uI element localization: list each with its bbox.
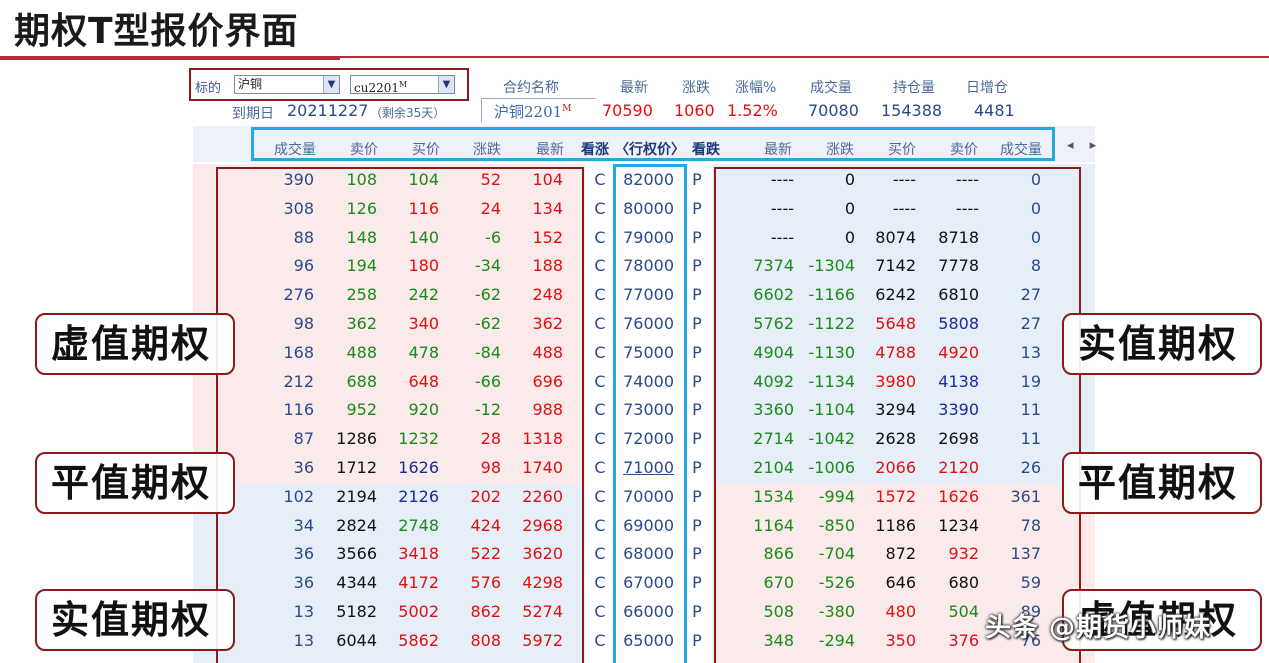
contract-select[interactable]: cu2201M ▼ [350,75,455,95]
col-put-volume[interactable]: 成交量 [988,139,1042,159]
call-flag[interactable]: C [592,429,608,448]
put-flag[interactable]: P [689,544,705,563]
call-flag[interactable]: C [592,631,608,650]
info-header-oi-change: 日增仓 [966,80,1008,96]
contract-name-text: 沪铜2201 [494,103,563,121]
col-call-volume[interactable]: 成交量 [262,139,316,159]
info-last: 70590 [602,101,653,120]
call-flag[interactable]: C [592,516,608,535]
info-header-change: 涨跌 [682,80,710,96]
contract-name: 沪铜2201M [494,101,571,122]
info-change: 1060 [674,101,715,120]
call-side-frame [216,167,584,663]
col-call[interactable]: 看涨 [575,139,609,159]
badge-atm-call: 平值期权 [35,452,235,514]
put-flag[interactable]: P [689,573,705,592]
info-pct: 1.52% [727,101,778,120]
call-flag[interactable]: C [592,199,608,218]
info-header-pct: 涨幅% [735,80,777,96]
put-flag[interactable]: P [689,170,705,189]
put-flag[interactable]: P [689,343,705,362]
call-flag[interactable]: C [592,400,608,419]
call-flag[interactable]: C [592,285,608,304]
watermark: 头条 @期货小师妹 [985,613,1212,643]
underlying-label: 标的 [195,81,222,96]
call-flag[interactable]: C [592,487,608,506]
call-flag[interactable]: C [592,458,608,477]
expiry-remaining: （剩余35天） [370,106,446,120]
chevron-down-icon[interactable]: ▼ [323,76,339,93]
call-flag[interactable]: C [592,573,608,592]
title-divider-accent [0,58,340,60]
put-flag[interactable]: P [689,429,705,448]
info-header-oi: 持仓量 [893,80,935,96]
put-flag[interactable]: P [689,631,705,650]
expiry-label: 到期日 [232,106,274,122]
col-call-change[interactable]: 涨跌 [453,139,501,159]
badge-otm-call: 虚值期权 [35,313,235,375]
call-flag[interactable]: C [592,372,608,391]
put-flag[interactable]: P [689,199,705,218]
put-side-frame [714,167,1081,663]
put-flag[interactable]: P [689,516,705,535]
underlying-value: 沪铜 [238,77,263,91]
call-flag[interactable]: C [592,602,608,621]
expiry-date: 20211227 [287,101,369,120]
scroll-arrows-icon[interactable]: ◂ ▸ [1067,138,1102,153]
put-flag[interactable]: P [689,458,705,477]
call-flag[interactable]: C [592,544,608,563]
col-call-last[interactable]: 最新 [516,139,564,159]
col-call-ask[interactable]: 卖价 [330,139,378,159]
badge-itm-call: 实值期权 [35,589,235,651]
put-flag[interactable]: P [689,256,705,275]
put-flag[interactable]: P [689,372,705,391]
col-put-bid[interactable]: 买价 [868,139,916,159]
call-flag[interactable]: C [592,343,608,362]
call-flag[interactable]: C [592,228,608,247]
put-flag[interactable]: P [689,228,705,247]
info-oi-change: 4481 [974,101,1015,120]
col-put-change[interactable]: 涨跌 [806,139,854,159]
put-flag[interactable]: P [689,400,705,419]
call-flag[interactable]: C [592,256,608,275]
put-flag[interactable]: P [689,285,705,304]
put-flag[interactable]: P [689,602,705,621]
contract-sup: M [399,80,408,89]
info-volume: 70080 [808,101,859,120]
info-header-last: 最新 [620,80,648,96]
chevron-down-icon[interactable]: ▼ [438,76,454,93]
info-oi: 154388 [881,101,943,120]
badge-atm-put: 平值期权 [1062,452,1262,514]
page-title: 期权T型报价界面 [14,11,299,52]
contract-value: cu2201 [354,81,399,95]
info-header-name: 合约名称 [503,80,559,96]
col-put[interactable]: 看跌 [684,139,720,159]
badge-itm-put: 实值期权 [1062,313,1262,375]
underlying-select[interactable]: 沪铜 ▼ [234,75,340,94]
col-put-ask[interactable]: 卖价 [930,139,978,159]
info-header-volume: 成交量 [810,80,852,96]
put-flag[interactable]: P [689,487,705,506]
put-flag[interactable]: P [689,314,705,333]
call-flag[interactable]: C [592,170,608,189]
col-strike[interactable]: 〈行权价〉 [611,139,685,159]
strike-column-frame [613,164,687,663]
call-flag[interactable]: C [592,314,608,333]
col-call-bid[interactable]: 买价 [392,139,440,159]
col-put-last[interactable]: 最新 [744,139,792,159]
contract-name-sup: M [562,104,572,114]
